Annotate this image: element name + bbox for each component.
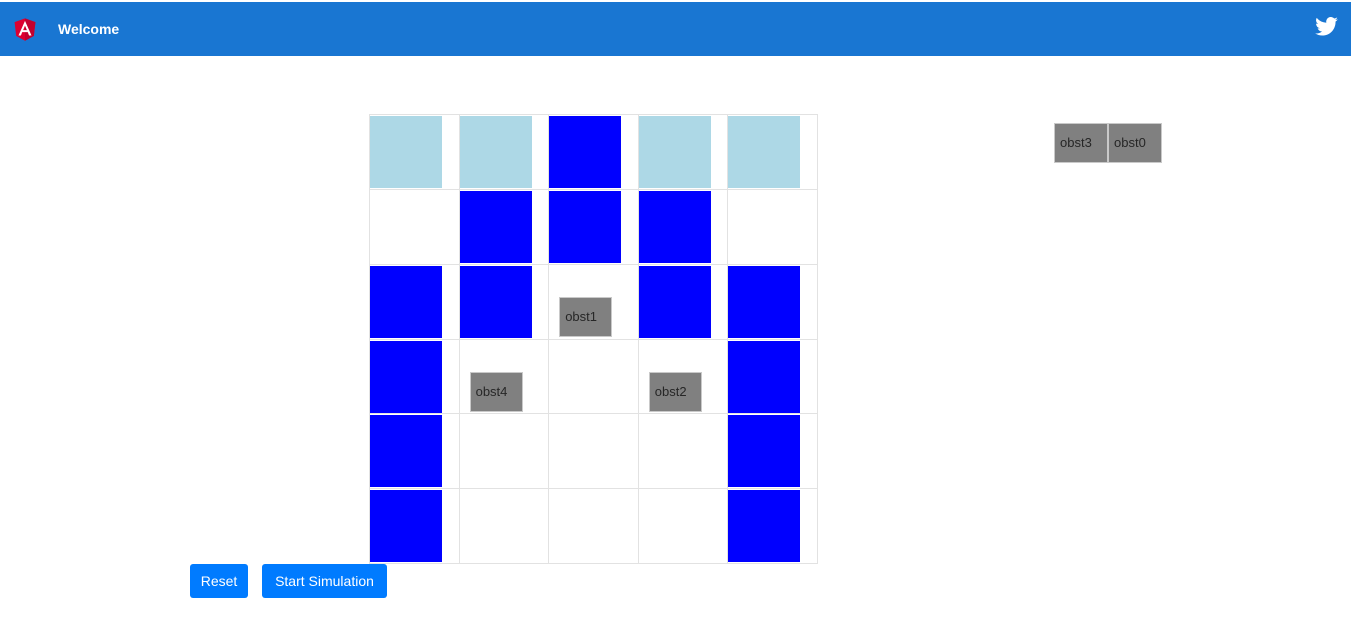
palette-obstacle-tile[interactable]: obst3	[1054, 123, 1108, 163]
start-cell-fill	[370, 116, 442, 188]
path-cell-fill	[459, 190, 532, 263]
grid-cell[interactable]	[638, 189, 729, 265]
grid-cell[interactable]	[728, 115, 818, 190]
palette-obstacle-tile[interactable]: obst0	[1108, 123, 1162, 163]
path-cell-fill	[549, 116, 622, 188]
path-cell-fill	[459, 265, 532, 338]
grid-cell[interactable]	[549, 489, 639, 564]
obstacle-palette: obst3 obst0	[1054, 123, 1162, 163]
path-cell-fill	[728, 490, 801, 563]
grid-cell[interactable]	[728, 189, 818, 265]
path-cell-fill	[370, 415, 442, 488]
grid-cell[interactable]	[370, 115, 460, 190]
grid-cell[interactable]	[638, 115, 729, 190]
grid-cell[interactable]	[370, 189, 460, 265]
grid-cell[interactable]	[728, 414, 818, 490]
twitter-icon[interactable]	[1315, 17, 1338, 36]
grid-cell[interactable]	[549, 115, 639, 190]
path-cell-fill	[370, 265, 442, 338]
grid-cell[interactable]	[459, 115, 550, 190]
grid-cell[interactable]	[370, 489, 460, 564]
angular-logo-icon	[14, 18, 36, 41]
page-title: Welcome	[58, 21, 120, 37]
grid-cell[interactable]: obst2	[638, 339, 729, 415]
grid-cell[interactable]	[638, 489, 729, 564]
path-cell-fill	[728, 265, 801, 338]
path-cell-fill	[370, 490, 442, 563]
grid-cell[interactable]	[728, 264, 818, 340]
grid-cell[interactable]	[459, 489, 550, 564]
grid-cell[interactable]	[728, 339, 818, 415]
grid-cell[interactable]	[370, 414, 460, 490]
path-cell-fill	[638, 190, 711, 263]
reset-button[interactable]: Reset	[190, 564, 248, 598]
grid-cell[interactable]	[459, 264, 550, 340]
start-cell-fill	[459, 116, 532, 188]
grid-cell[interactable]	[370, 339, 460, 415]
grid-cell[interactable]: obst1	[549, 264, 639, 340]
obstacle-tile[interactable]: obst2	[648, 371, 702, 412]
grid-cell[interactable]	[459, 414, 550, 490]
path-cell-fill	[728, 415, 801, 488]
grid-cell[interactable]	[459, 189, 550, 265]
top-toolbar: Welcome	[0, 2, 1351, 56]
grid-cell[interactable]	[549, 189, 639, 265]
path-cell-fill	[370, 340, 442, 413]
grid-cell[interactable]	[549, 339, 639, 415]
grid-cell[interactable]: obst4	[459, 339, 550, 415]
path-cell-fill	[549, 190, 622, 263]
start-cell-fill	[728, 116, 801, 188]
obstacle-tile[interactable]: obst1	[559, 296, 613, 337]
grid-cell[interactable]	[638, 414, 729, 490]
grid-cell[interactable]	[638, 264, 729, 340]
simulation-grid: obst1 obst4 obst2	[369, 114, 818, 564]
grid-cell[interactable]	[728, 489, 818, 564]
start-simulation-button[interactable]: Start Simulation	[262, 564, 387, 598]
grid-cell[interactable]	[549, 414, 639, 490]
path-cell-fill	[728, 340, 801, 413]
grid-cell[interactable]	[370, 264, 460, 340]
path-cell-fill	[638, 265, 711, 338]
start-cell-fill	[638, 116, 711, 188]
obstacle-tile[interactable]: obst4	[469, 371, 523, 412]
